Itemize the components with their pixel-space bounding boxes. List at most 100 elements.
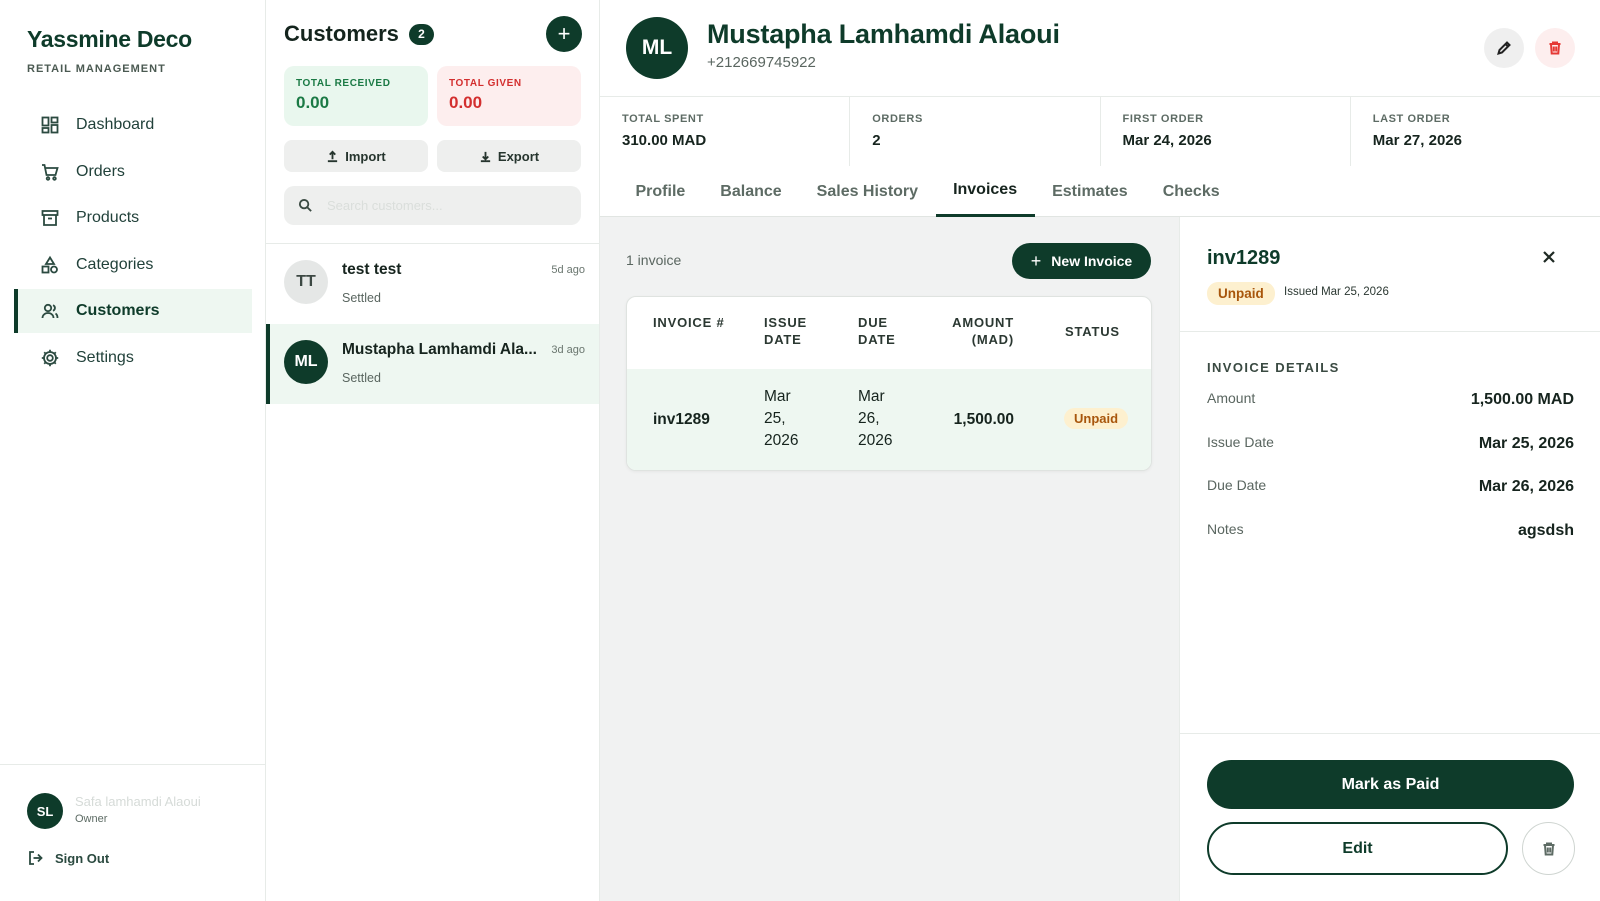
user-name: Safa lamhamdi Alaoui: [75, 794, 201, 809]
last-activity: 3d ago: [551, 344, 585, 356]
customer-title: Mustapha Lamhamdi Alaoui: [707, 19, 1060, 49]
nav-label: Products: [76, 209, 140, 226]
stat-label: LAST ORDER: [1372, 113, 1451, 125]
tab-sales-history[interactable]: Sales History: [799, 166, 935, 217]
section-title: INVOICE DETAILS: [1207, 360, 1340, 375]
invoice-table: INVOICE # ISSUE DATE DUE DATE AMOUNT (MA…: [626, 296, 1152, 471]
plus-icon: +: [1030, 250, 1042, 271]
tab-estimates[interactable]: Estimates: [1035, 166, 1146, 217]
invoice-count: 1 invoice: [626, 252, 682, 268]
customer-name: Mustapha Lamhamdi Ala...: [342, 341, 537, 358]
divider: [1180, 733, 1600, 734]
search-icon: [298, 198, 312, 212]
user-section: SL Safa lamhamdi Alaoui Owner Sign Out: [0, 764, 265, 901]
field-label-due-date: Due Date: [1207, 477, 1267, 493]
field-value-due-date: Mar 26, 2026: [1478, 478, 1574, 495]
customers-title: Customers: [284, 21, 399, 46]
edit-invoice-button[interactable]: Edit: [1207, 822, 1508, 875]
nav-item-categories[interactable]: Categories: [14, 243, 252, 287]
new-invoice-button[interactable]: + New Invoice: [1012, 243, 1151, 279]
add-customer-button[interactable]: +: [546, 16, 582, 52]
status-badge: Unpaid: [1064, 408, 1129, 429]
nav-item-dashboard[interactable]: Dashboard: [14, 103, 252, 147]
invoice-title: inv1289: [1207, 247, 1281, 269]
close-icon: [1543, 251, 1555, 263]
nav-item-customers[interactable]: Customers: [14, 289, 252, 333]
customer-list-panel: Customers 2 + TOTAL RECEIVED 0.00 TOTAL …: [266, 0, 600, 901]
search-bar: [284, 186, 581, 225]
stat-label: ORDERS: [872, 113, 923, 125]
avatar: TT: [284, 260, 328, 304]
download-icon: [480, 151, 491, 162]
total-received-label: TOTAL RECEIVED: [296, 78, 391, 89]
customer-count-badge: 2: [408, 23, 434, 45]
total-given-value: 0.00: [449, 93, 483, 112]
export-button[interactable]: Export: [437, 140, 581, 172]
balance-status: Settled: [342, 291, 381, 305]
issue-date-part: Mar: [764, 388, 791, 405]
close-button[interactable]: [1541, 249, 1561, 269]
cart-icon: [40, 162, 60, 182]
divider: [1180, 331, 1600, 332]
issued-date: Issued Mar 25, 2026: [1284, 286, 1389, 298]
tab-profile[interactable]: Profile: [618, 166, 703, 217]
import-button[interactable]: Import: [284, 140, 428, 172]
invoice-amount: 1,500.00: [953, 411, 1014, 428]
nav-item-settings[interactable]: Settings: [14, 336, 252, 380]
brand-subtitle: RETAIL MANAGEMENT: [27, 63, 166, 75]
page-title: Customers 2: [284, 21, 434, 47]
mark-as-paid-button[interactable]: Mark as Paid: [1207, 760, 1574, 809]
field-label-notes: Notes: [1207, 521, 1244, 537]
customer-phone: +212669745922: [707, 54, 816, 71]
shapes-icon: [40, 255, 60, 275]
stat-last-order: LAST ORDER Mar 27, 2026: [1351, 97, 1600, 166]
total-received-value: 0.00: [296, 93, 330, 112]
brand-name: Yassmine Deco: [27, 26, 192, 52]
stat-first-order: FIRST ORDER Mar 24, 2026: [1101, 97, 1351, 166]
stat-total-spent: TOTAL SPENT 310.00 MAD: [600, 97, 851, 166]
balance-status: Settled: [342, 371, 381, 385]
delete-customer-button[interactable]: [1535, 28, 1575, 68]
archive-box-icon: [40, 208, 60, 228]
total-received-card: TOTAL RECEIVED 0.00: [284, 66, 428, 126]
detail-tabs: Profile Balance Sales History Invoices E…: [600, 166, 1600, 217]
stat-label: TOTAL SPENT: [622, 113, 704, 125]
nav-label: Settings: [76, 348, 134, 366]
trash-icon: [1543, 842, 1554, 855]
due-date-part: Mar: [858, 388, 885, 405]
nav-label: Categories: [76, 255, 154, 273]
avatar[interactable]: SL: [27, 793, 63, 829]
customer-name: test test: [342, 261, 402, 278]
table-row[interactable]: inv1289 Mar 25, 2026 Mar 26, 2026 1,500.…: [627, 369, 1151, 470]
search-input[interactable]: [327, 198, 567, 213]
main-nav: Dashboard Orders Products Categories Cus…: [14, 103, 252, 382]
due-date: Mar 26, 2026: [858, 386, 892, 452]
issue-date-part: 25,: [764, 410, 786, 427]
sign-out-button[interactable]: Sign Out: [27, 849, 109, 867]
trash-icon: [1549, 41, 1561, 55]
upload-icon: [328, 150, 338, 162]
avatar: ML: [626, 17, 688, 79]
due-date-part: 2026: [858, 432, 893, 449]
customer-header: ML Mustapha Lamhamdi Alaoui +21266974592…: [600, 0, 1600, 97]
status-badge: Unpaid: [1207, 282, 1275, 305]
tab-balance[interactable]: Balance: [703, 166, 799, 217]
customer-stats: TOTAL SPENT 310.00 MAD ORDERS 2 FIRST OR…: [600, 97, 1600, 166]
edit-customer-button[interactable]: [1484, 28, 1524, 68]
tab-checks[interactable]: Checks: [1145, 166, 1237, 217]
delete-invoice-button[interactable]: [1522, 822, 1575, 875]
list-item[interactable]: ML Mustapha Lamhamdi Ala... 3d ago Settl…: [266, 324, 599, 404]
list-item[interactable]: TT test test 5d ago Settled: [266, 244, 599, 324]
column-header-amount: AMOUNT (MAD): [952, 315, 1014, 347]
invoice-detail-drawer: inv1289 Unpaid Issued Mar 25, 2026 INVOI…: [1179, 217, 1600, 901]
stat-value: Mar 24, 2026: [1122, 132, 1212, 149]
nav-item-products[interactable]: Products: [14, 196, 252, 240]
tab-invoices[interactable]: Invoices: [935, 166, 1035, 217]
nav-item-orders[interactable]: Orders: [14, 150, 252, 194]
avatar: ML: [284, 340, 328, 384]
export-label: Export: [497, 148, 540, 164]
field-value-issue-date: Mar 25, 2026: [1478, 435, 1574, 452]
invoices-list: 1 invoice + New Invoice INVOICE # ISSUE …: [600, 217, 1179, 901]
field-label-issue-date: Issue Date: [1207, 434, 1274, 450]
pencil-icon: [1497, 41, 1511, 55]
